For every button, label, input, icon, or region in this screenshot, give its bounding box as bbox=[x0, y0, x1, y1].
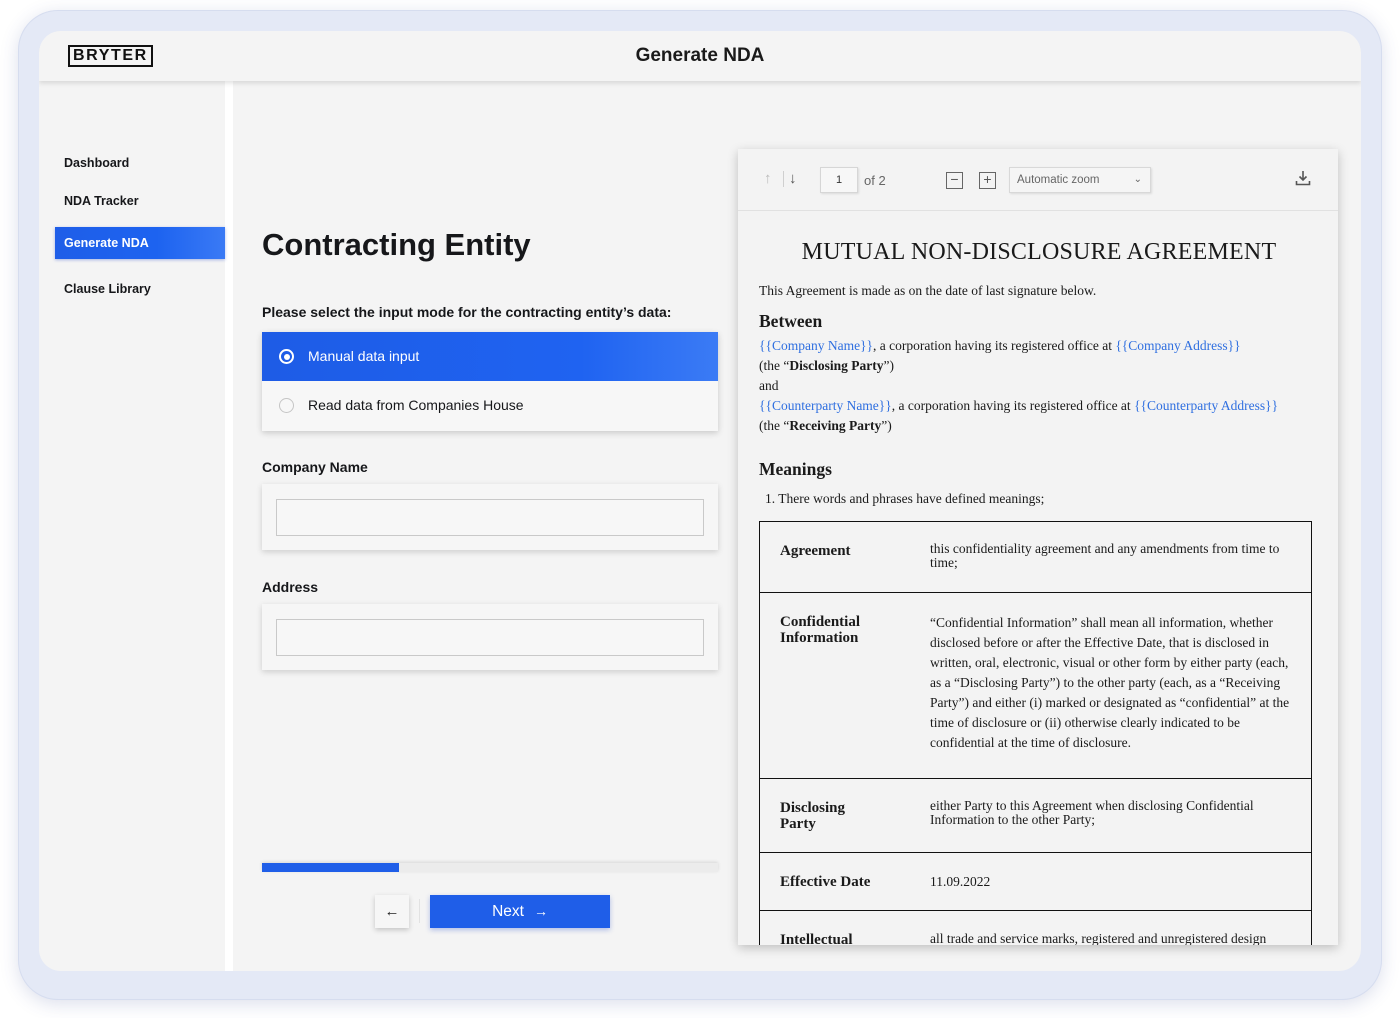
definition-text: this confidentiality agreement and any a… bbox=[930, 541, 1280, 570]
counterparty-name-placeholder: {{Counterparty Name}} bbox=[759, 398, 892, 413]
company-name-card bbox=[262, 484, 718, 550]
definition-term: Disclosing Party bbox=[780, 800, 846, 832]
app-screen: BRYTER Generate NDA Dashboard NDA Tracke… bbox=[39, 31, 1361, 971]
company-name-label: Company Name bbox=[262, 459, 368, 475]
role-suffix: ”) bbox=[881, 418, 892, 433]
progress-bar bbox=[262, 863, 718, 872]
toolbar-separator bbox=[783, 171, 784, 187]
sidebar-item-generate-nda[interactable]: Generate NDA bbox=[55, 227, 225, 259]
zoom-select-value: Automatic zoom bbox=[1017, 174, 1100, 186]
address-input[interactable] bbox=[276, 619, 704, 656]
sidebar: Dashboard NDA Tracker Generate NDA Claus… bbox=[39, 81, 233, 971]
company-name-input[interactable] bbox=[276, 499, 704, 536]
sidebar-item-dashboard[interactable]: Dashboard bbox=[55, 147, 225, 179]
role-prefix: (the “ bbox=[759, 358, 790, 373]
zoom-select[interactable]: Automatic zoom ⌄ bbox=[1009, 167, 1151, 193]
next-button-label: Next bbox=[492, 903, 524, 920]
previous-page-icon[interactable]: ↑ bbox=[764, 170, 772, 187]
definition-term: Agreement bbox=[780, 543, 851, 559]
top-bar: BRYTER Generate NDA bbox=[39, 31, 1361, 81]
role-prefix: (the “ bbox=[759, 418, 790, 433]
address-card bbox=[262, 604, 718, 670]
meanings-heading: Meanings bbox=[759, 459, 832, 479]
definition-text: “Confidential Information” shall mean al… bbox=[930, 615, 1290, 750]
party1-mid: , a corporation having its registered of… bbox=[873, 338, 1116, 353]
definition-term: Intellectual bbox=[780, 932, 853, 945]
sidebar-item-clause-library[interactable]: Clause Library bbox=[55, 273, 225, 305]
and-line: and bbox=[759, 378, 779, 393]
zoom-out-icon[interactable]: − bbox=[946, 172, 963, 189]
meanings-item: 1. There words and phrases have defined … bbox=[765, 491, 1044, 507]
radio-option-label: Read data from Companies House bbox=[308, 397, 524, 413]
party2-role: (the “Receiving Party”) bbox=[759, 418, 892, 434]
page-title: Contracting Entity bbox=[262, 227, 531, 262]
meanings-item-text: There words and phrases have defined mea… bbox=[778, 491, 1045, 506]
input-mode-radio-group: Manual data input Read data from Compani… bbox=[262, 332, 718, 431]
radio-selected-icon[interactable] bbox=[279, 349, 294, 364]
between-heading: Between bbox=[759, 311, 823, 331]
radio-option-manual[interactable]: Manual data input bbox=[262, 332, 718, 381]
table-row: Disclosing Party either Party to this Ag… bbox=[760, 778, 1311, 852]
arrow-left-icon: ← bbox=[384, 903, 400, 920]
document-title: MUTUAL NON-DISCLOSURE AGREEMENT bbox=[801, 239, 1277, 265]
receiving-party-term: Receiving Party bbox=[789, 418, 882, 433]
list-number: 1. bbox=[765, 491, 779, 506]
address-label: Address bbox=[262, 579, 319, 595]
input-mode-question: Please select the input mode for the con… bbox=[262, 304, 672, 320]
next-page-icon[interactable]: ↓ bbox=[789, 170, 797, 187]
party2-line: {{Counterparty Name}}, a corporation hav… bbox=[759, 398, 1278, 414]
next-button[interactable]: Next → bbox=[430, 895, 610, 928]
table-row: Confidential Information “Confidential I… bbox=[760, 592, 1311, 778]
zoom-in-icon[interactable]: + bbox=[979, 172, 996, 189]
page-count: of 2 bbox=[864, 173, 886, 188]
pdf-viewer: ↑ ↓ 1 of 2 − + Automatic zoom ⌄ MUTUAL N… bbox=[738, 149, 1338, 945]
viewer-toolbar: ↑ ↓ 1 of 2 − + Automatic zoom ⌄ bbox=[738, 149, 1338, 211]
definition-term: Confidential Information bbox=[780, 614, 861, 646]
table-row: Intellectual all trade and service marks… bbox=[760, 910, 1311, 945]
back-button[interactable]: ← bbox=[375, 895, 409, 928]
party1-role: (the “Disclosing Party”) bbox=[759, 358, 894, 374]
button-divider bbox=[419, 899, 420, 923]
radio-option-label: Manual data input bbox=[308, 348, 420, 364]
arrow-right-icon: → bbox=[533, 903, 548, 919]
progress-bar-fill bbox=[262, 863, 399, 872]
radio-option-companies-house[interactable]: Read data from Companies House bbox=[262, 381, 718, 430]
radio-unselected-icon[interactable] bbox=[279, 398, 294, 413]
sidebar-item-nda-tracker[interactable]: NDA Tracker bbox=[55, 185, 225, 217]
app-title: Generate NDA bbox=[635, 45, 765, 66]
document-intro: This Agreement is made as on the date of… bbox=[759, 283, 1097, 298]
definitions-table: Agreement this confidentiality agreement… bbox=[759, 521, 1312, 945]
company-address-placeholder: {{Company Address}} bbox=[1115, 338, 1241, 353]
disclosing-party-term: Disclosing Party bbox=[789, 358, 884, 373]
counterparty-address-placeholder: {{Counterparty Address}} bbox=[1134, 398, 1279, 413]
company-name-placeholder: {{Company Name}} bbox=[759, 338, 874, 353]
role-suffix: ”) bbox=[883, 358, 894, 373]
definition-term: Effective Date bbox=[780, 874, 871, 890]
download-icon[interactable] bbox=[1294, 169, 1312, 187]
party2-mid: , a corporation having its registered of… bbox=[891, 398, 1135, 413]
table-row: Effective Date 11.09.2022 bbox=[760, 852, 1311, 910]
table-row: Agreement this confidentiality agreement… bbox=[760, 522, 1311, 592]
definition-text: 11.09.2022 bbox=[930, 874, 991, 889]
definition-text: all trade and service marks, registered … bbox=[930, 931, 1267, 945]
chevron-down-icon: ⌄ bbox=[1133, 174, 1142, 185]
party1-line: {{Company Name}}, a corporation having i… bbox=[759, 338, 1241, 354]
definition-text: either Party to this Agreement when disc… bbox=[930, 798, 1254, 827]
page-number-input[interactable]: 1 bbox=[820, 167, 858, 193]
